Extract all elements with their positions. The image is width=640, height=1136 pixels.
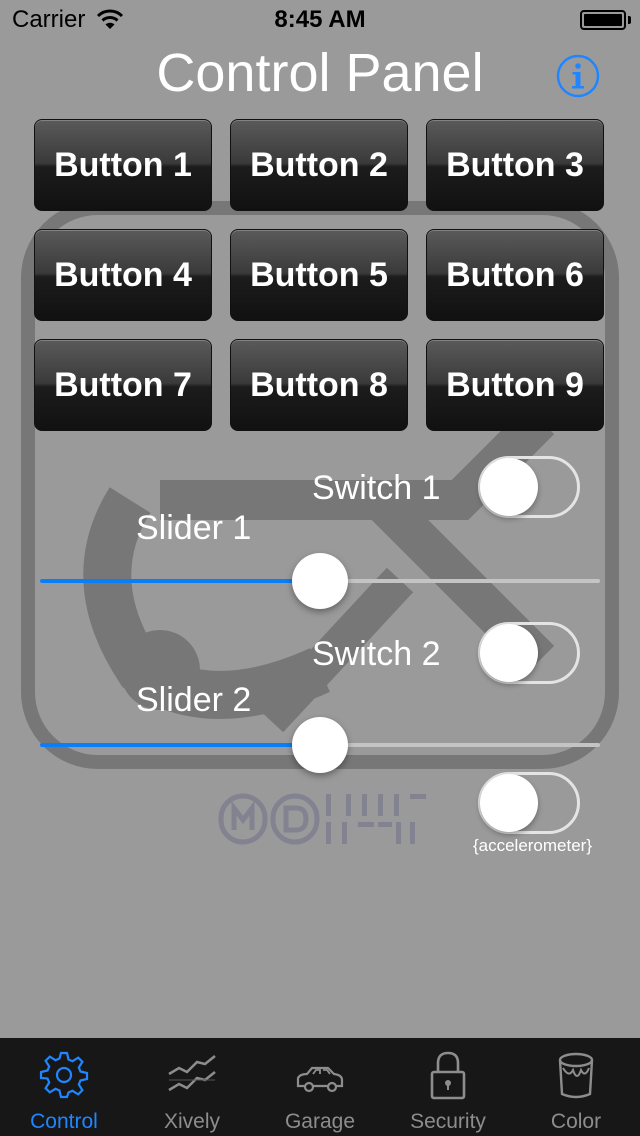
accelerometer-knob	[480, 774, 538, 832]
tab-security-label: Security	[410, 1110, 486, 1133]
slider-1-thumb[interactable]	[292, 553, 348, 609]
gear-icon	[39, 1051, 89, 1099]
switch-2-label: Switch 2	[312, 635, 441, 673]
makedeck-logo	[218, 793, 426, 845]
switch-2-toggle[interactable]	[478, 622, 580, 684]
battery-icon	[580, 10, 626, 30]
button-2[interactable]: Button 2	[230, 119, 408, 211]
tab-garage[interactable]: Garage	[256, 1038, 384, 1136]
tab-xively[interactable]: Xively	[128, 1038, 256, 1136]
tab-bar: Control Xively Garage Security Color	[0, 1038, 640, 1136]
slider-2-thumb[interactable]	[292, 717, 348, 773]
tab-xively-label: Xively	[163, 1110, 221, 1133]
button-5[interactable]: Button 5	[230, 229, 408, 321]
button-4[interactable]: Button 4	[34, 229, 212, 321]
slider-1-label: Slider 1	[136, 509, 252, 547]
tab-control[interactable]: Control	[0, 1038, 128, 1136]
status-bar: Carrier 8:45 AM	[0, 0, 640, 40]
button-7[interactable]: Button 7	[34, 339, 212, 431]
chart-lines-icon	[168, 1055, 216, 1092]
info-circle-icon[interactable]	[556, 54, 600, 98]
accelerometer-label: {accelerometer}	[472, 836, 593, 855]
tab-color[interactable]: Color	[512, 1038, 640, 1136]
button-3[interactable]: Button 3	[426, 119, 604, 211]
tab-color-label: Color	[550, 1110, 602, 1133]
slider-1-fill	[40, 579, 320, 583]
button-6[interactable]: Button 6	[426, 229, 604, 321]
button-1[interactable]: Button 1	[34, 119, 212, 211]
button-8[interactable]: Button 8	[230, 339, 408, 431]
battery-tip	[628, 16, 631, 24]
tab-security[interactable]: Security	[384, 1038, 512, 1136]
switch-1-label: Switch 1	[312, 469, 441, 507]
paint-bucket-icon	[558, 1052, 594, 1099]
tab-control-label: Control	[30, 1110, 98, 1133]
slider-1[interactable]	[40, 551, 600, 611]
slider-2-fill	[40, 743, 320, 747]
car-icon	[296, 1066, 344, 1093]
button-9[interactable]: Button 9	[426, 339, 604, 431]
accelerometer-toggle[interactable]	[478, 772, 580, 834]
switch-1-toggle[interactable]	[478, 456, 580, 518]
makedeck-wordmark	[326, 794, 426, 844]
switch-2-knob	[480, 624, 538, 682]
slider-2[interactable]	[40, 715, 600, 775]
status-time: 8:45 AM	[274, 6, 366, 33]
tab-garage-label: Garage	[284, 1110, 356, 1133]
page-title: Control Panel	[156, 43, 484, 103]
switch-1-knob	[480, 458, 538, 516]
lock-icon	[430, 1051, 466, 1100]
